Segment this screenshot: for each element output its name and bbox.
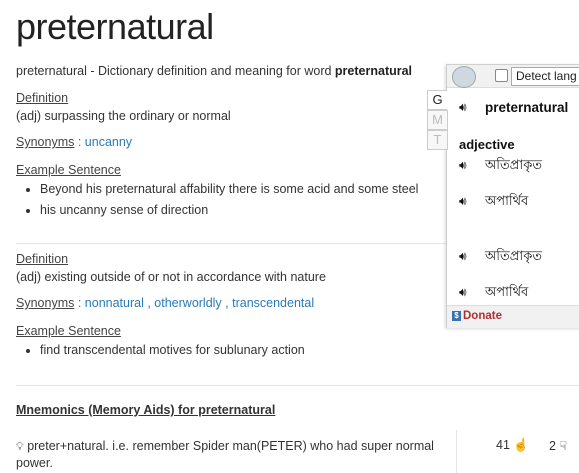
speaker-icon[interactable]: 🔊︎ [459, 249, 467, 264]
definition-text-2: (adj) existing outside of or not in acco… [16, 270, 326, 284]
synonym-link-nonnatural[interactable]: nonnatural [85, 296, 144, 310]
popup-footer: $ Donate [447, 305, 579, 328]
upvote-button[interactable]: 41 ☝ [496, 438, 529, 453]
definition-text-1: (adj) surpassing the ordinary or normal [16, 109, 231, 123]
mnemonic-entry: 💡︎ preter+natural. i.e. remember Spider … [16, 438, 456, 471]
example-list-2: find transcendental motives for sublunar… [16, 340, 456, 361]
synonyms-row-2: Synonyms : nonnatural , otherworldly , t… [16, 296, 315, 310]
example-label-2: Example Sentence [16, 324, 121, 338]
tab-translate[interactable]: T [427, 130, 448, 150]
example-item: Beyond his preternatural affability ther… [40, 179, 456, 200]
language-select[interactable]: Detect lang [511, 67, 579, 86]
speaker-icon[interactable]: 🔊︎ [459, 100, 467, 115]
divider [456, 430, 457, 473]
speaker-icon[interactable]: 🔊︎ [459, 285, 467, 300]
extension-logo-icon [452, 66, 476, 88]
translation-item: অপার্থিব [485, 193, 529, 208]
example-item: find transcendental motives for sublunar… [40, 340, 456, 361]
translation-item: অতিপ্রাকৃত [485, 157, 543, 172]
part-of-speech: adjective [459, 137, 515, 152]
downvote-button[interactable]: 2 ☟ [549, 438, 567, 453]
thumbs-up-icon: ☝ [513, 438, 529, 452]
mnemonics-title: Mnemonics (Memory Aids) for preternatura… [16, 403, 276, 417]
intro-word: preternatural [334, 64, 413, 78]
dictionary-tabs: G M T [427, 90, 448, 150]
definition-label-2: Definition [16, 252, 69, 266]
intro-text: preternatural - Dictionary definition an… [16, 64, 413, 78]
divider [16, 385, 579, 386]
lightbulb-icon: 💡︎ [16, 441, 24, 453]
definition-label-1: Definition [16, 91, 69, 105]
donate-icon: $ [452, 310, 461, 321]
detect-checkbox[interactable] [495, 69, 508, 82]
page-title: preternatural [16, 6, 214, 47]
synonyms-label: Synonyms [16, 135, 75, 149]
popup-word: preternatural [485, 100, 569, 115]
popup-header: Detect lang [447, 65, 579, 88]
donate-link[interactable]: $ Donate [452, 310, 502, 322]
translation-popup: Detect lang G M T 🔊︎ preternatural adjec… [427, 64, 579, 328]
translation-item: অপার্থিব [485, 284, 529, 299]
synonym-link-otherworldly[interactable]: otherworldly [154, 296, 221, 310]
example-label-1: Example Sentence [16, 163, 121, 177]
tab-google[interactable]: G [427, 90, 447, 110]
example-item: his uncanny sense of direction [40, 200, 456, 221]
translation-item: অতিপ্রাকৃত [485, 248, 543, 263]
thumbs-down-icon: ☟ [559, 439, 568, 453]
divider [16, 243, 446, 244]
synonyms-row-1: Synonyms : uncanny [16, 135, 133, 149]
synonyms-label: Synonyms [16, 296, 75, 310]
upvote-count: 41 [496, 438, 510, 452]
synonym-link-uncanny[interactable]: uncanny [85, 135, 132, 149]
speaker-icon[interactable]: 🔊︎ [459, 194, 467, 209]
tab-microsoft[interactable]: M [427, 110, 448, 130]
example-list-1: Beyond his preternatural affability ther… [16, 179, 456, 221]
mnemonic-text: preter+natural. i.e. remember Spider man… [16, 439, 434, 470]
downvote-count: 2 [549, 439, 556, 453]
synonym-link-transcendental[interactable]: transcendental [232, 296, 314, 310]
speaker-icon[interactable]: 🔊︎ [459, 158, 467, 173]
